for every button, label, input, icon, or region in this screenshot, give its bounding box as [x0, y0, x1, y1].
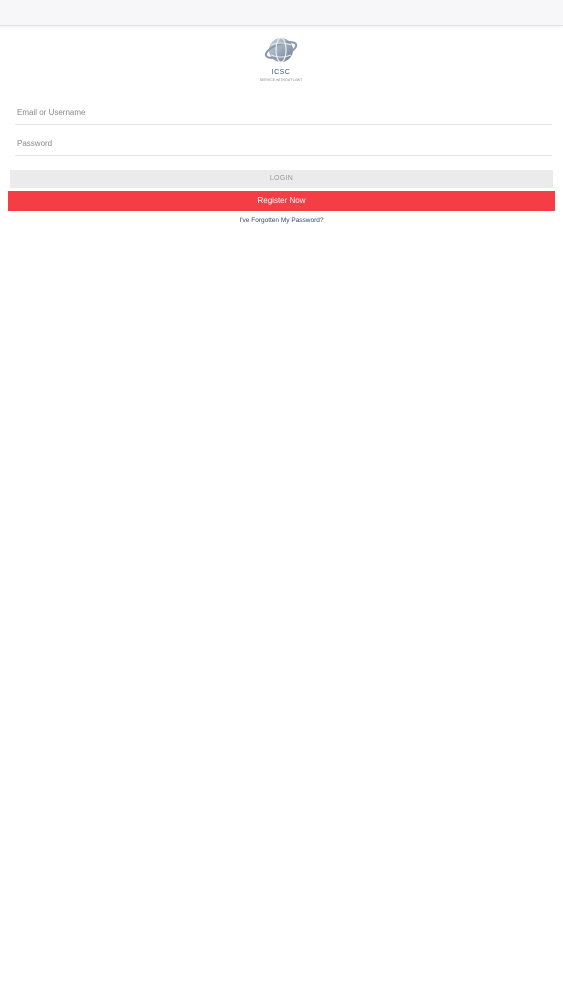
register-now-button[interactable]: Register Now [8, 191, 555, 211]
globe-logo-icon [264, 37, 298, 63]
forgot-password-link[interactable]: I've Forgotten My Password? [0, 216, 563, 226]
logo-text: ICSC [271, 69, 291, 76]
top-bar [0, 0, 563, 26]
company-logo: ICSC SERVICE WITHOUT LIMIT [255, 35, 307, 85]
login-button[interactable]: LOGIN [10, 170, 553, 188]
password-field-container [15, 133, 552, 156]
logo-tagline: SERVICE WITHOUT LIMIT [259, 78, 303, 82]
password-input[interactable] [15, 133, 552, 154]
email-field-container [15, 102, 552, 125]
email-username-input[interactable] [15, 102, 552, 123]
